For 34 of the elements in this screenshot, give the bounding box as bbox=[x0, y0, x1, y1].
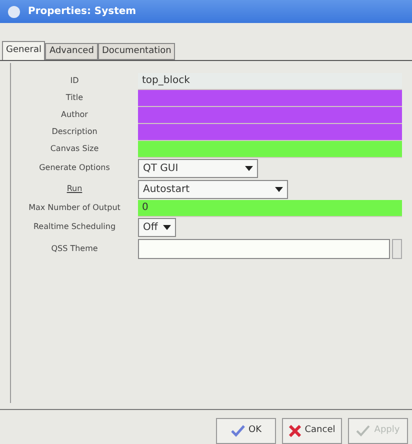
tab[interactable]: Advanced bbox=[45, 42, 98, 60]
dropdown[interactable]: QT GUI bbox=[138, 158, 258, 178]
text-field[interactable]: top_block bbox=[138, 72, 402, 90]
browse-button[interactable] bbox=[392, 238, 402, 259]
field-label: Realtime Scheduling bbox=[33, 221, 116, 234]
dropdown[interactable]: Autostart bbox=[138, 180, 288, 199]
tab[interactable]: Documentation bbox=[98, 42, 176, 60]
field-label: Max Number of Output bbox=[28, 202, 120, 214]
field-label: Author bbox=[61, 109, 88, 122]
file-field[interactable] bbox=[138, 238, 390, 259]
caret-icon bbox=[163, 224, 171, 230]
text-field[interactable] bbox=[138, 140, 402, 158]
field-label: Description bbox=[52, 126, 98, 138]
dropdown[interactable]: Off bbox=[138, 218, 176, 237]
cancel-button[interactable]: Cancel bbox=[282, 418, 342, 444]
text-field[interactable] bbox=[138, 106, 402, 124]
tab[interactable]: General bbox=[2, 40, 46, 60]
text-field[interactable] bbox=[138, 90, 402, 107]
app-icon bbox=[8, 6, 20, 18]
field-label: Canvas Size bbox=[50, 143, 99, 156]
window-title: Properties: System bbox=[28, 5, 136, 20]
text-field[interactable] bbox=[138, 124, 402, 141]
field-label: Title bbox=[66, 92, 84, 104]
field-label: Run bbox=[66, 183, 82, 196]
check-icon bbox=[356, 425, 370, 437]
field-label: ID bbox=[70, 75, 79, 88]
caret-icon bbox=[245, 166, 253, 171]
cross-icon bbox=[288, 425, 301, 437]
check-icon bbox=[230, 425, 244, 437]
field-label: Generate Options bbox=[39, 162, 110, 174]
ok-button[interactable]: OK bbox=[216, 418, 276, 444]
text-field[interactable]: 0 bbox=[138, 200, 402, 217]
caret-icon bbox=[275, 186, 283, 192]
field-label: QSS Theme bbox=[51, 242, 98, 255]
